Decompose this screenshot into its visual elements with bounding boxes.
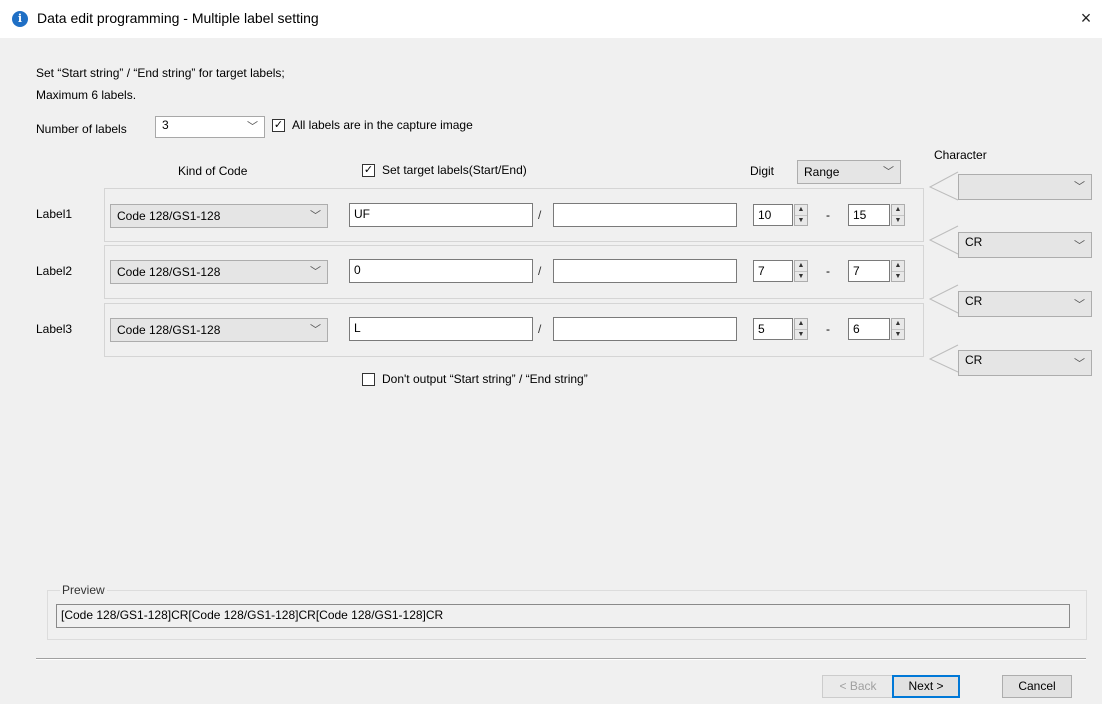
spin-up-icon: ▲	[795, 319, 807, 330]
digit-to-spinner-2[interactable]: ▲ ▼	[891, 260, 905, 282]
character-value-2: CR	[965, 235, 983, 249]
range-dash: -	[826, 208, 830, 222]
code-kind-value-2: Code 128/GS1-128	[117, 265, 221, 279]
digit-to-input-1[interactable]: 15	[848, 204, 890, 226]
character-dropdown-1[interactable]: ﹀	[958, 174, 1092, 200]
spin-up-icon: ▲	[892, 205, 904, 216]
code-kind-dropdown-2[interactable]: Code 128/GS1-128 ﹀	[110, 260, 328, 284]
end-string-input-2[interactable]	[553, 259, 737, 283]
digit-to-input-2[interactable]: 7	[848, 260, 890, 282]
label-name-3: Label3	[36, 322, 73, 336]
chevron-down-icon: ﹀	[1074, 181, 1085, 193]
label-name-2: Label2	[36, 264, 73, 278]
spin-down-icon: ▼	[797, 273, 805, 280]
spin-up-icon: ▲	[892, 319, 904, 330]
spin-down-icon: ▼	[894, 273, 902, 280]
spin-up-icon: ▲	[795, 261, 807, 272]
cancel-button[interactable]: Cancel	[1002, 675, 1072, 698]
spin-down-icon: ▼	[797, 217, 805, 224]
start-string-input-3[interactable]: L	[349, 317, 533, 341]
code-kind-value-1: Code 128/GS1-128	[117, 209, 221, 223]
digit-from-input-2[interactable]: 7	[753, 260, 793, 282]
character-dropdown-2[interactable]: CR ﹀	[958, 232, 1092, 258]
code-kind-value-3: Code 128/GS1-128	[117, 323, 221, 337]
digit-to-input-3[interactable]: 6	[848, 318, 890, 340]
digit-from-input-3[interactable]: 5	[753, 318, 793, 340]
spin-up-icon: ▲	[892, 261, 904, 272]
spin-down-icon: ▼	[894, 331, 902, 338]
preview-label: Preview	[60, 583, 107, 597]
dont-output-label: Don't output “Start string” / “End strin…	[382, 372, 588, 386]
chevron-down-icon: ﹀	[1074, 358, 1085, 370]
start-string-input-2[interactable]: 0	[349, 259, 533, 283]
next-button[interactable]: Next >	[892, 675, 960, 698]
digit-from-spinner-3[interactable]: ▲ ▼	[794, 318, 808, 340]
footer-separator	[36, 658, 1086, 660]
digit-to-spinner-1[interactable]: ▲ ▼	[891, 204, 905, 226]
preview-field: [Code 128/GS1-128]CR[Code 128/GS1-128]CR…	[56, 604, 1070, 628]
dont-output-checkbox[interactable]	[362, 373, 375, 386]
back-button[interactable]: < Back	[822, 675, 894, 698]
end-string-input-1[interactable]	[553, 203, 737, 227]
character-value-3: CR	[965, 294, 983, 308]
label-name-1: Label1	[36, 207, 73, 221]
digit-from-spinner-1[interactable]: ▲ ▼	[794, 204, 808, 226]
slash-separator: /	[538, 322, 542, 336]
chevron-down-icon: ﹀	[1074, 299, 1085, 311]
code-kind-dropdown-3[interactable]: Code 128/GS1-128 ﹀	[110, 318, 328, 342]
character-dropdown-3[interactable]: CR ﹀	[958, 291, 1092, 317]
digit-from-input-1[interactable]: 10	[753, 204, 793, 226]
code-kind-dropdown-1[interactable]: Code 128/GS1-128 ﹀	[110, 204, 328, 228]
spin-down-icon: ▼	[797, 331, 805, 338]
character-value-4: CR	[965, 353, 983, 367]
range-dash: -	[826, 322, 830, 336]
slash-separator: /	[538, 264, 542, 278]
digit-from-spinner-2[interactable]: ▲ ▼	[794, 260, 808, 282]
spin-up-icon: ▲	[795, 205, 807, 216]
character-dropdown-4[interactable]: CR ﹀	[958, 350, 1092, 376]
start-string-input-1[interactable]: UF	[349, 203, 533, 227]
chevron-down-icon: ﹀	[310, 210, 321, 222]
chevron-down-icon: ﹀	[1074, 240, 1085, 252]
digit-to-spinner-3[interactable]: ▲ ▼	[891, 318, 905, 340]
chevron-down-icon: ﹀	[310, 324, 321, 336]
end-string-input-3[interactable]	[553, 317, 737, 341]
slash-separator: /	[538, 208, 542, 222]
spin-down-icon: ▼	[894, 217, 902, 224]
chevron-down-icon: ﹀	[310, 266, 321, 278]
range-dash: -	[826, 264, 830, 278]
